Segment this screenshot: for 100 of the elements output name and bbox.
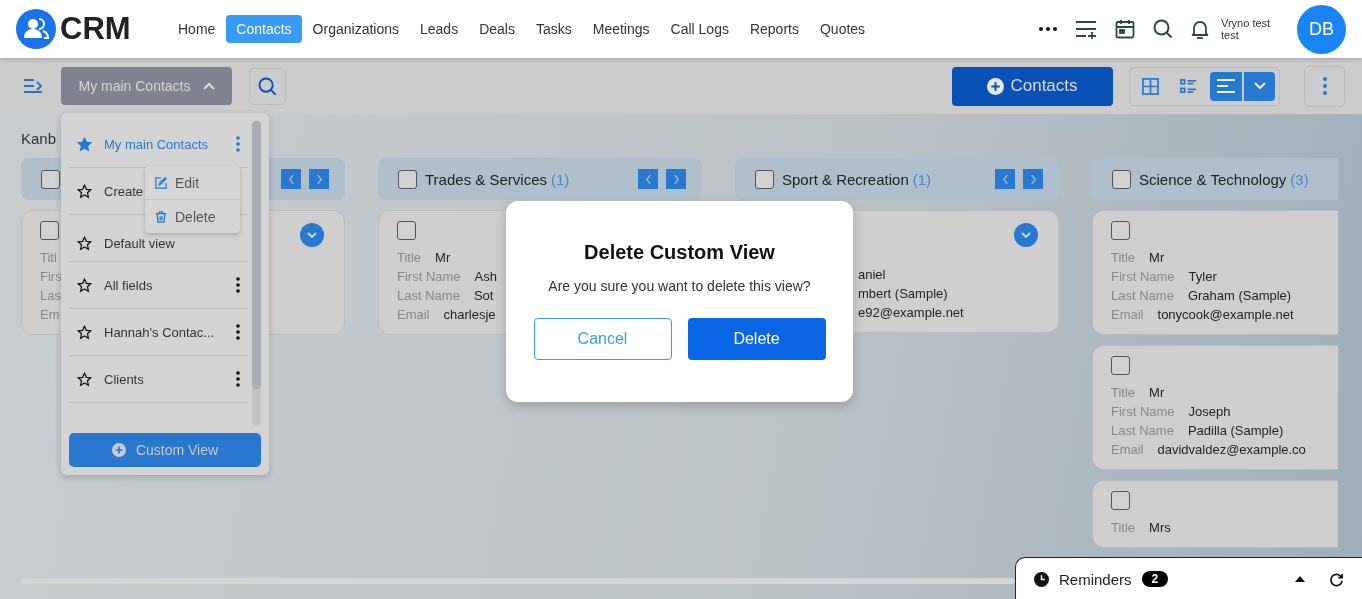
star-icon[interactable] bbox=[77, 277, 92, 293]
checkbox[interactable] bbox=[398, 169, 417, 189]
grid-icon bbox=[1141, 77, 1159, 95]
column-count: (1) bbox=[912, 170, 932, 188]
checkbox[interactable] bbox=[40, 221, 59, 240]
user-name: Vryno test test bbox=[1221, 17, 1272, 41]
search-icon bbox=[258, 76, 277, 96]
star-icon[interactable] bbox=[77, 183, 92, 199]
contact-card[interactable]: Title Mrs bbox=[1092, 480, 1338, 548]
column-count: (1) bbox=[551, 170, 570, 188]
field-label: Email bbox=[1111, 307, 1144, 322]
checkbox[interactable] bbox=[41, 169, 60, 189]
kebab-icon[interactable] bbox=[236, 277, 240, 293]
checkbox[interactable] bbox=[1111, 221, 1130, 240]
checkbox[interactable] bbox=[1111, 356, 1130, 375]
field-label: Last Name bbox=[1111, 423, 1174, 438]
field-label: Title bbox=[1111, 385, 1136, 400]
caret-up-icon[interactable] bbox=[1295, 576, 1305, 582]
field-value: Mr bbox=[1149, 385, 1165, 400]
more-icon[interactable] bbox=[1039, 27, 1057, 31]
nav-item[interactable]: Tasks bbox=[525, 15, 582, 43]
contact-card[interactable]: Title Mr First Name Tyler Last Name Graham (Sample) Email tonycook@example.net bbox=[1092, 210, 1338, 335]
field-value: aniel bbox=[858, 267, 886, 282]
reminders-panel[interactable]: Reminders 2 bbox=[1015, 557, 1362, 599]
logo-icon bbox=[16, 9, 56, 49]
view-tab[interactable] bbox=[1210, 71, 1242, 101]
field-label: Title bbox=[397, 250, 422, 265]
nav-item[interactable]: Quotes bbox=[809, 15, 876, 43]
calendar-icon[interactable] bbox=[1115, 19, 1135, 39]
expand-icon[interactable] bbox=[300, 223, 324, 247]
field-label: Last Name bbox=[397, 288, 460, 303]
plus-icon bbox=[111, 443, 126, 457]
delete-button[interactable]: Delete bbox=[687, 318, 826, 360]
field-value: davidvaldez@example.co bbox=[1157, 442, 1306, 457]
kebab-icon bbox=[1322, 77, 1327, 95]
trash-icon bbox=[155, 210, 167, 223]
menu-scrollbar[interactable] bbox=[252, 121, 261, 426]
column-title: Sport & Recreation bbox=[782, 170, 909, 188]
edit-icon bbox=[155, 176, 167, 189]
star-icon[interactable] bbox=[77, 235, 92, 251]
menu-option[interactable]: Edit bbox=[145, 166, 240, 200]
add-contact-button[interactable]: Contacts bbox=[952, 66, 1113, 106]
field-label: Title bbox=[1111, 250, 1136, 265]
kebab-icon[interactable] bbox=[236, 371, 240, 387]
field-label: First Name bbox=[1111, 404, 1175, 419]
clock-icon bbox=[1034, 571, 1049, 587]
chevron-left-icon bbox=[644, 173, 652, 185]
nav-item[interactable]: Home bbox=[168, 15, 226, 43]
user-avatar[interactable]: DB bbox=[1297, 4, 1346, 54]
chevron-right-icon bbox=[315, 173, 323, 185]
nav-item[interactable]: Reports bbox=[739, 15, 809, 43]
nav-item[interactable]: Meetings bbox=[582, 15, 660, 43]
checkbox[interactable] bbox=[397, 221, 416, 240]
reminders-count: 2 bbox=[1141, 571, 1169, 587]
nav-item[interactable]: Call Logs bbox=[660, 15, 739, 43]
column-title: Science & Technology bbox=[1139, 170, 1287, 188]
field-value: mbert (Sample) bbox=[858, 286, 948, 301]
column-title: Trades & Services bbox=[425, 170, 547, 188]
field-value: charlesje bbox=[443, 307, 496, 322]
chevron-right-icon bbox=[672, 173, 680, 185]
nav-item[interactable]: Leads bbox=[410, 15, 469, 43]
field-label: Firs bbox=[40, 269, 62, 284]
field-value: Padilla (Sample) bbox=[1187, 423, 1284, 438]
kebab-icon[interactable] bbox=[236, 324, 240, 340]
search-button[interactable] bbox=[249, 67, 286, 105]
nav-item[interactable]: Organizations bbox=[302, 15, 409, 43]
contact-card[interactable]: Title Mr First Name Joseph Last Name Padilla (Sample) Email davidvaldez@example.co bbox=[1092, 345, 1338, 470]
field-label: Las bbox=[40, 288, 61, 303]
checkbox[interactable] bbox=[755, 169, 774, 189]
view-menu-item[interactable]: Hannah's Contac... bbox=[69, 309, 248, 356]
view-menu-item[interactable]: Clients bbox=[69, 356, 248, 403]
field-value: tonycook@example.net bbox=[1157, 307, 1294, 322]
column-count: (3) bbox=[1290, 170, 1309, 188]
refresh-icon[interactable] bbox=[1329, 571, 1344, 587]
list-icon bbox=[1179, 77, 1197, 95]
caret-icon bbox=[202, 82, 215, 90]
star-icon[interactable] bbox=[77, 371, 92, 387]
bell-icon[interactable] bbox=[1191, 19, 1209, 39]
horizontal-scrollbar[interactable] bbox=[21, 578, 1015, 584]
field-value: Mrs bbox=[1149, 520, 1171, 535]
star-icon[interactable] bbox=[77, 136, 92, 152]
chevron-left-icon bbox=[1001, 173, 1009, 185]
sidebar-toggle-icon[interactable] bbox=[23, 78, 43, 94]
reminders-label: Reminders bbox=[1059, 570, 1132, 588]
field-value: Sot bbox=[473, 288, 494, 303]
field-label: Em bbox=[40, 307, 60, 322]
star-icon[interactable] bbox=[77, 324, 92, 340]
checkbox[interactable] bbox=[1111, 491, 1130, 510]
field-label: Email bbox=[1111, 442, 1144, 457]
field-label: Titl bbox=[40, 250, 57, 265]
view-menu-item[interactable]: All fields bbox=[69, 262, 248, 309]
add-list-icon[interactable] bbox=[1075, 19, 1097, 39]
search-icon[interactable] bbox=[1153, 19, 1173, 39]
checkbox[interactable] bbox=[1112, 169, 1131, 189]
nav-item[interactable]: Deals bbox=[469, 15, 525, 43]
field-label: Title bbox=[1111, 520, 1136, 535]
view-options-button[interactable] bbox=[1243, 71, 1275, 101]
field-value: Mr bbox=[435, 250, 451, 265]
plus-icon bbox=[987, 77, 1005, 95]
expand-icon[interactable] bbox=[1014, 223, 1038, 247]
